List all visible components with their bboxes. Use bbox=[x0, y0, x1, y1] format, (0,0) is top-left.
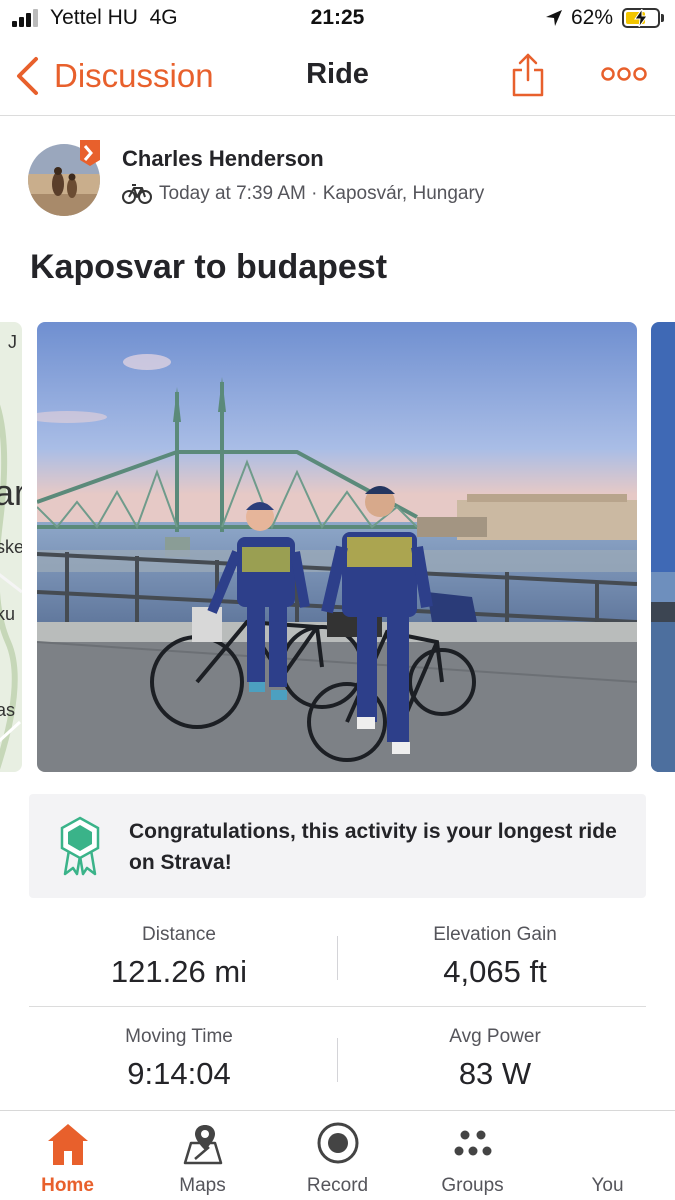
divider bbox=[337, 936, 338, 980]
athlete-name[interactable]: Charles Henderson bbox=[122, 146, 324, 172]
stat-moving-time: Moving Time 9:14:04 bbox=[29, 1026, 329, 1092]
chevron-left-icon bbox=[17, 57, 38, 95]
award-badge-icon bbox=[60, 816, 100, 876]
groups-icon bbox=[454, 1130, 492, 1156]
tab-home[interactable]: Home bbox=[0, 1111, 135, 1200]
map-label: ku bbox=[0, 604, 16, 624]
stats-grid: Distance 121.26 mi Elevation Gain 4,065 … bbox=[29, 906, 646, 1116]
stat-elevation-gain: Elevation Gain 4,065 ft bbox=[345, 924, 645, 990]
next-photo-thumbnail[interactable] bbox=[651, 322, 675, 772]
activity-photo[interactable] bbox=[37, 322, 637, 772]
activity-meta-text: Today at 7:39 AM · Kaposvár, Hungary bbox=[159, 183, 485, 204]
tab-label: You bbox=[591, 1175, 624, 1196]
back-button-label: Discussion bbox=[54, 57, 214, 94]
tab-label: Groups bbox=[441, 1175, 504, 1196]
tab-maps[interactable]: Maps bbox=[135, 1111, 270, 1200]
tab-label: Home bbox=[41, 1175, 94, 1196]
bike-icon bbox=[122, 184, 152, 204]
map-thumbnail[interactable]: J ar ske ku as bbox=[0, 322, 22, 772]
activity-title: Kaposvar to budapest bbox=[30, 248, 388, 286]
map-label: J bbox=[8, 332, 17, 352]
achievement-text: Congratulations, this activity is your l… bbox=[129, 820, 617, 874]
subscriber-badge-icon bbox=[80, 140, 100, 166]
stat-value: 83 W bbox=[458, 1056, 532, 1091]
home-icon bbox=[48, 1124, 88, 1165]
stat-label: Distance bbox=[142, 924, 216, 945]
stat-value: 4,065 ft bbox=[443, 954, 547, 989]
record-icon bbox=[317, 1122, 359, 1164]
status-bar: Yettel HU 4G 21:25 62% bbox=[0, 0, 675, 38]
avatar bbox=[588, 1121, 630, 1163]
signal-icon bbox=[12, 9, 42, 27]
share-icon[interactable] bbox=[510, 52, 546, 98]
location-arrow-icon bbox=[546, 10, 562, 26]
map-label: ske bbox=[0, 537, 22, 557]
tab-bar: Home Maps Record Groups You bbox=[0, 1110, 675, 1200]
tab-label: Record bbox=[306, 1175, 369, 1196]
stat-label: Avg Power bbox=[449, 1026, 541, 1047]
stat-avg-power: Avg Power 83 W bbox=[345, 1026, 645, 1092]
athlete-avatar[interactable] bbox=[28, 140, 104, 216]
stat-value: 9:14:04 bbox=[127, 1056, 231, 1091]
tab-groups[interactable]: Groups bbox=[405, 1111, 540, 1200]
more-dots-icon[interactable] bbox=[600, 64, 648, 84]
maps-icon bbox=[183, 1125, 223, 1165]
map-label: ar bbox=[0, 472, 22, 513]
tab-label: Maps bbox=[179, 1175, 226, 1196]
media-carousel[interactable]: J ar ske ku as bbox=[0, 320, 675, 774]
battery-cap bbox=[661, 14, 664, 22]
map-label: as bbox=[0, 700, 16, 720]
stat-label: Moving Time bbox=[125, 1026, 233, 1047]
tab-you[interactable]: You bbox=[540, 1111, 675, 1200]
tab-record[interactable]: Record bbox=[270, 1111, 405, 1200]
achievement-banner: Congratulations, this activity is your l… bbox=[29, 794, 646, 898]
stat-label: Elevation Gain bbox=[433, 924, 557, 945]
battery-percent: 62% bbox=[571, 6, 614, 29]
nav-bar: Discussion Ride bbox=[0, 38, 675, 116]
divider bbox=[29, 1006, 646, 1007]
back-button[interactable]: Discussion bbox=[14, 54, 214, 98]
charging-bolt-icon bbox=[634, 9, 648, 27]
divider bbox=[337, 1038, 338, 1082]
stat-value: 121.26 mi bbox=[110, 954, 248, 989]
activity-meta: Today at 7:39 AM · Kaposvár, Hungary bbox=[122, 183, 484, 205]
carrier-name: Yettel HU 4G bbox=[50, 6, 178, 29]
stat-distance: Distance 121.26 mi bbox=[29, 924, 329, 990]
